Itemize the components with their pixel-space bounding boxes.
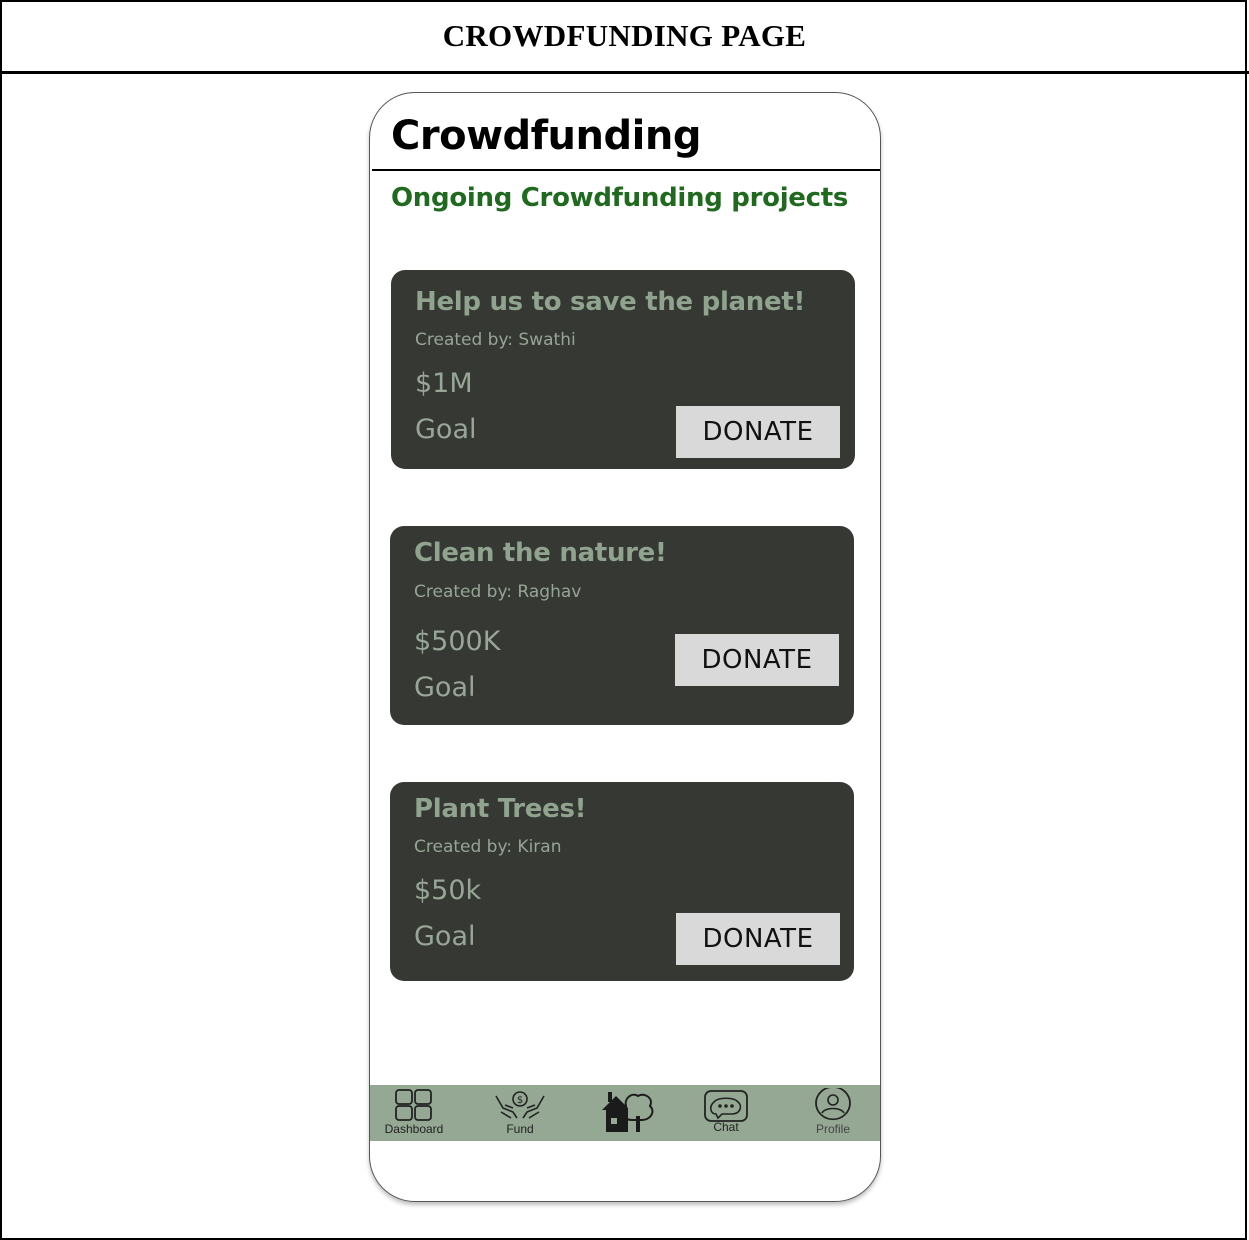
page-header: CROWDFUNDING PAGE — [0, 0, 1249, 74]
profile-icon — [815, 1088, 851, 1121]
phone-mockup: Crowdfunding Ongoing Crowdfunding projec… — [369, 92, 881, 1202]
project-goal-amount: $500K — [414, 626, 501, 657]
project-card: Plant Trees! Created by: Kiran $50k Goal… — [390, 782, 854, 981]
nav-label-profile: Profile — [815, 1122, 850, 1136]
project-title: Clean the nature! — [414, 538, 667, 568]
project-goal-amount: $1M — [415, 368, 473, 399]
project-title: Help us to save the planet! — [415, 287, 806, 317]
nav-item-fund[interactable]: $ Fund — [492, 1085, 548, 1141]
section-title: Ongoing Crowdfunding projects — [391, 183, 849, 213]
donate-button[interactable]: DONATE — [676, 913, 840, 965]
nav-label-fund: Fund — [506, 1122, 534, 1136]
hands-money-icon: $ — [495, 1091, 545, 1119]
page-heading: CROWDFUNDING PAGE — [442, 17, 807, 53]
house-tree-icon — [602, 1092, 654, 1132]
title-divider — [372, 169, 880, 171]
nav-item-home[interactable] — [596, 1085, 658, 1141]
donate-button[interactable]: DONATE — [675, 634, 839, 686]
dashboard-grid-icon — [395, 1089, 432, 1121]
project-card: Clean the nature! Created by: Raghav $50… — [390, 526, 854, 725]
nav-item-dashboard[interactable]: Dashboard — [382, 1085, 446, 1141]
project-creator: Created by: Raghav — [414, 582, 582, 602]
nav-label-chat: Chat — [713, 1120, 739, 1134]
app-title: Crowdfunding — [391, 113, 701, 159]
project-goal-label: Goal — [414, 921, 476, 952]
project-creator: Created by: Swathi — [415, 330, 576, 350]
chat-bubble-icon — [704, 1090, 748, 1122]
svg-text:$: $ — [517, 1095, 523, 1106]
project-title: Plant Trees! — [414, 794, 587, 824]
nav-item-chat[interactable]: Chat — [698, 1085, 754, 1141]
project-goal-label: Goal — [414, 672, 476, 703]
project-card: Help us to save the planet! Created by: … — [391, 270, 855, 469]
project-goal-amount: $50k — [414, 875, 482, 906]
donate-button[interactable]: DONATE — [676, 406, 840, 458]
nav-label-dashboard: Dashboard — [384, 1122, 444, 1136]
project-creator: Created by: Kiran — [414, 837, 562, 857]
bottom-navigation: Dashboard $ Fund Chat Profile — [370, 1085, 880, 1141]
nav-item-profile[interactable]: Profile — [806, 1085, 860, 1141]
project-goal-label: Goal — [415, 414, 477, 445]
